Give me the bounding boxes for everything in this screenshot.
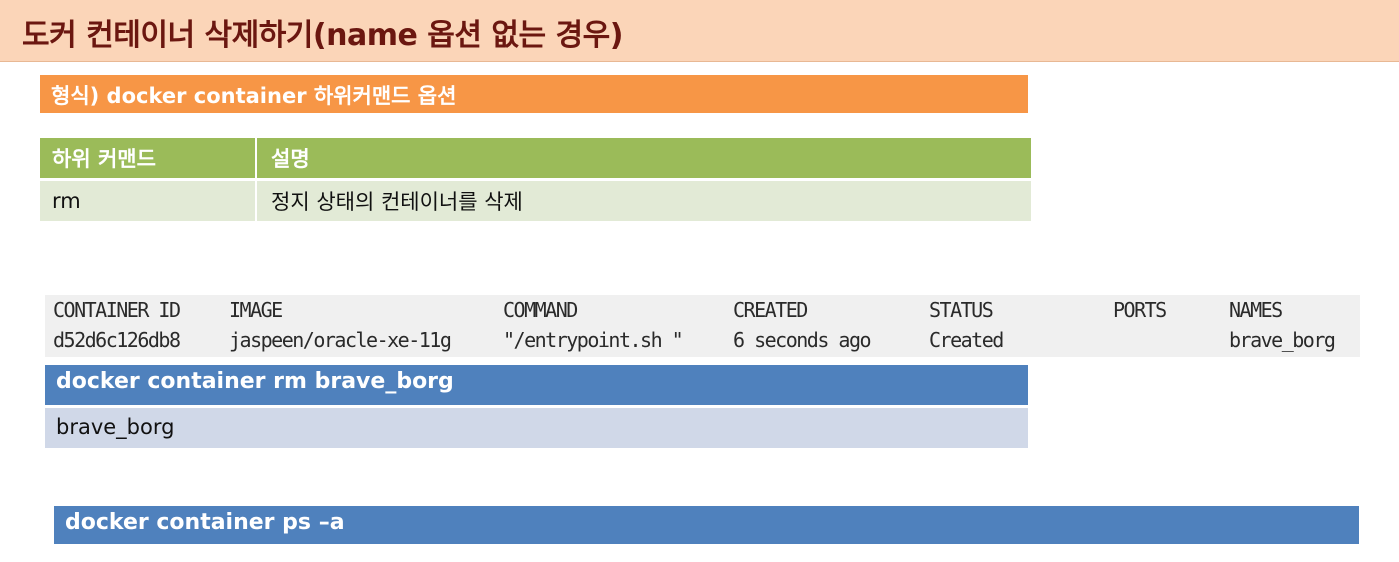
title-banner: 도커 컨테이너 삭제하기(name 옵션 없는 경우) [0,0,1399,62]
format-banner: 형식) docker container 하위커맨드 옵션 [40,75,1028,113]
container-listing-output: CONTAINER ID d52d6c126db8 IMAGE jaspeen/… [45,295,1360,357]
rm-command-banner: docker container rm brave_borg [45,365,1028,405]
rm-command-text: docker container rm brave_borg [56,369,454,394]
column-command: COMMAND "/entrypoint.sh " [503,295,684,355]
column-value: jaspeen/oracle-xe-11g [229,328,452,352]
column-created: CREATED 6 seconds ago [733,295,872,355]
subcommand-table: 하위 커맨드 설명 rm 정지 상태의 컨테이너를 삭제 [40,138,1031,221]
description-cell: 정지 상태의 컨테이너를 삭제 [255,181,1031,221]
table-row: rm 정지 상태의 컨테이너를 삭제 [40,181,1031,221]
column-value: Created [929,328,1004,352]
column-header: IMAGE [229,298,283,322]
column-value: "/entrypoint.sh " [503,328,684,352]
slide-title: 도커 컨테이너 삭제하기(name 옵션 없는 경우) [22,18,623,53]
column-container-id: CONTAINER ID d52d6c126db8 [53,295,181,355]
column-header: STATUS [929,298,994,322]
column-ports: PORTS [1113,295,1167,325]
column-value: d52d6c126db8 [53,328,181,352]
rm-output-text: brave_borg [56,415,175,439]
column-image: IMAGE jaspeen/oracle-xe-11g [229,295,452,355]
column-header: NAMES [1229,298,1283,322]
column-status: STATUS Created [929,295,1004,355]
ps-command-banner: docker container ps –a [54,506,1359,544]
subcommand-cell: rm [52,189,81,213]
subcommand-table-header: 하위 커맨드 설명 [40,138,1031,178]
format-line: 형식) docker container 하위커맨드 옵션 [51,84,457,108]
column-header: COMMAND [503,298,578,322]
rm-output-banner: brave_borg [45,408,1028,448]
column-header: CONTAINER ID [53,298,181,322]
column-header: PORTS [1113,298,1167,322]
header-description: 설명 [255,138,1031,178]
column-value: 6 seconds ago [733,328,872,352]
ps-command-text: docker container ps –a [65,510,345,535]
column-header: CREATED [733,298,808,322]
column-value: brave_borg [1229,328,1336,352]
header-subcommand: 하위 커맨드 [52,147,156,171]
column-names: NAMES brave_borg [1229,295,1336,355]
